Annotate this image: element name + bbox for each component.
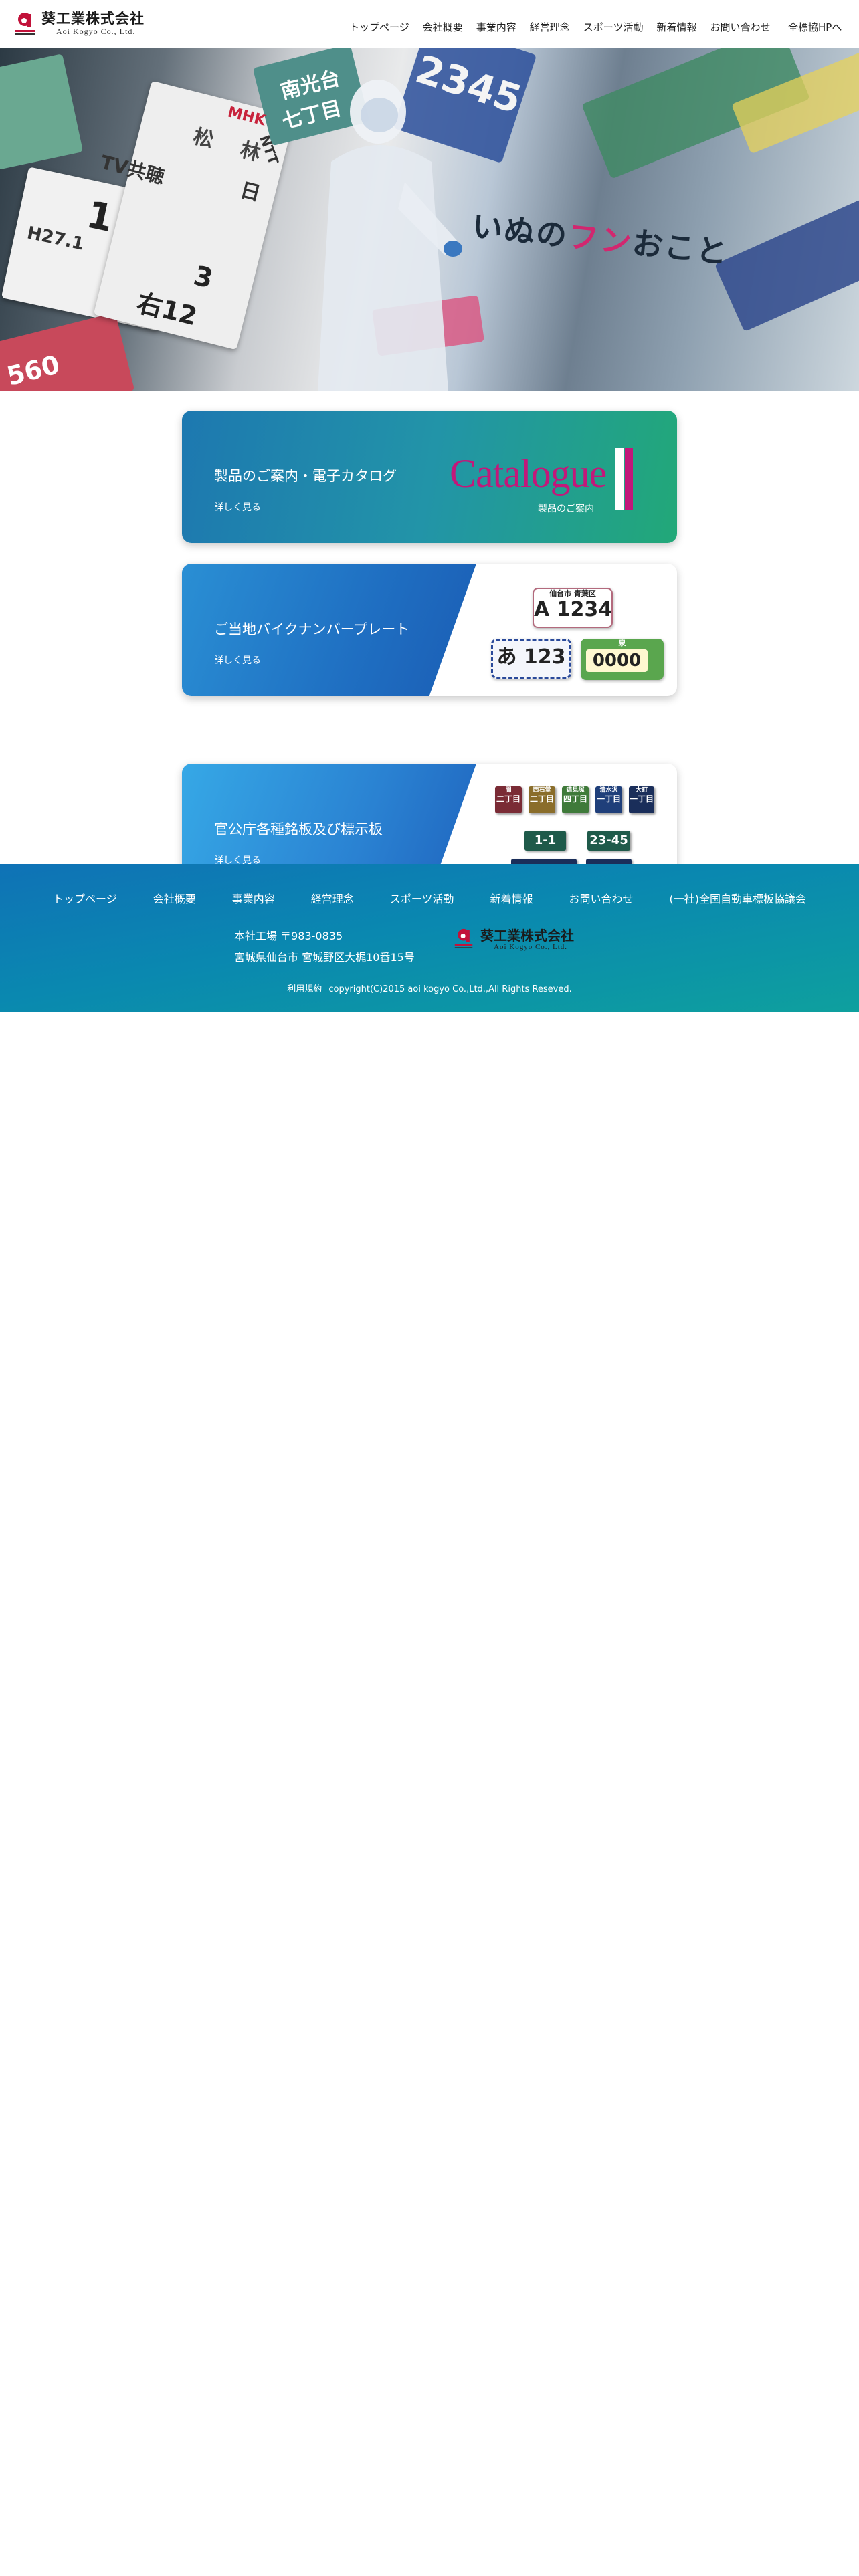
site-logo[interactable]: 葵工業株式会社 Aoi Kogyo Co., Ltd. <box>13 10 145 37</box>
nav-company[interactable]: 会社概要 <box>423 20 463 34</box>
footer-nav-top[interactable]: トップページ <box>53 890 117 906</box>
footer-address-line1: 本社工場 〒983-0835 <box>234 930 343 942</box>
bike-plate-green: 泉 0000 <box>581 639 664 680</box>
hero-plate-green <box>0 53 84 170</box>
banner-bike-plates[interactable]: ご当地バイクナンバープレート 詳しく見る 仙台市 青葉区 A 1234 あ 12… <box>182 564 677 696</box>
logo-name-en: Aoi Kogyo Co., Ltd. <box>56 27 136 36</box>
sign-6: 1-1 <box>524 831 566 851</box>
sign-2: 西石堂 二丁目 <box>529 786 555 813</box>
nav-external-link[interactable]: 全標協HPへ <box>788 20 842 34</box>
nav-top[interactable]: トップページ <box>349 20 409 34</box>
footer-address: 本社工場 〒983-0835 宮城県仙台市 宮城野区大梶10番15号 <box>234 926 415 968</box>
footer-logo-en: Aoi Kogyo Co., Ltd. <box>494 943 568 951</box>
banner-bike-more[interactable]: 詳しく見る <box>214 653 261 669</box>
nav-contact[interactable]: お問い合わせ <box>710 20 770 34</box>
sign-3: 遠見塚 四丁目 <box>562 786 589 813</box>
footer-nav-company[interactable]: 会社概要 <box>153 890 196 906</box>
catalogue-logo-word: Catalogue <box>450 451 607 496</box>
footer-terms-link[interactable]: 利用規約 <box>287 984 322 994</box>
logo-mark-icon <box>454 926 474 954</box>
sign-1: 間二丁目 <box>495 786 522 813</box>
footer-nav-association[interactable]: (一社)全国自動車標板協議会 <box>669 890 806 906</box>
hero-caption: いぬのフンおこと <box>470 208 731 271</box>
sign-4: 清水沢 一丁目 <box>595 786 622 813</box>
footer-nav-philosophy[interactable]: 経営理念 <box>311 890 354 906</box>
site-header: 葵工業株式会社 Aoi Kogyo Co., Ltd. トップページ 会社概要 … <box>0 0 859 48</box>
logo-name-jp: 葵工業株式会社 <box>41 10 145 27</box>
footer-nav: トップページ 会社概要 事業内容 経営理念 スポーツ活動 新着情報 お問い合わせ… <box>0 890 859 906</box>
banner-catalogue-title: 製品のご案内・電子カタログ <box>214 468 397 484</box>
footer-nav-business[interactable]: 事業内容 <box>232 890 275 906</box>
footer-bottom: 利用規約 copyright(C)2015 aoi kogyo Co.,Ltd.… <box>0 982 859 994</box>
footer-nav-contact[interactable]: お問い合わせ <box>569 890 633 906</box>
footer-logo[interactable]: 葵工業株式会社 Aoi Kogyo Co., Ltd. <box>454 926 574 954</box>
hero-image: 南光台 七丁目 2345 MHK TV共聴 日 NTT 1 3 右12 H27.… <box>0 48 859 391</box>
sign-5: 大町 一丁目 <box>629 786 654 813</box>
banner-signs-title: 官公庁各種銘板及び標示板 <box>214 821 383 837</box>
site-footer: トップページ 会社概要 事業内容 経営理念 スポーツ活動 新着情報 お問い合わせ… <box>0 864 859 1012</box>
catalogue-bar-pink <box>625 448 633 510</box>
banner-bike-title: ご当地バイクナンバープレート <box>214 621 410 637</box>
banner-catalogue-more[interactable]: 詳しく見る <box>214 500 261 516</box>
bike-plate-sendai: 仙台市 青葉区 A 1234 <box>533 588 613 628</box>
nav-business[interactable]: 事業内容 <box>476 20 516 34</box>
hero-plate-blue-right <box>714 199 859 332</box>
catalogue-bar-white <box>615 448 624 510</box>
sign-7: 23-45 <box>587 831 630 851</box>
catalogue-logo-sub: 製品のご案内 <box>538 504 594 514</box>
banner-catalogue[interactable]: 製品のご案内・電子カタログ 詳しく見る Catalogue 製品のご案内 <box>182 411 677 543</box>
nav-news[interactable]: 新着情報 <box>656 20 696 34</box>
nav-sports[interactable]: スポーツ活動 <box>583 20 644 34</box>
hero-worker-figure <box>318 80 462 391</box>
footer-nav-sports[interactable]: スポーツ活動 <box>390 890 454 906</box>
logo-mark-icon <box>13 10 36 37</box>
footer-logo-jp: 葵工業株式会社 <box>480 928 574 944</box>
footer-address-line2: 宮城県仙台市 宮城野区大梶10番15号 <box>234 951 415 964</box>
nav-philosophy[interactable]: 経営理念 <box>530 20 570 34</box>
footer-nav-news[interactable]: 新着情報 <box>490 890 533 906</box>
footer-copyright: copyright(C)2015 aoi kogyo Co.,Ltd.,All … <box>328 984 572 994</box>
bike-plate-checker: あ 123 <box>491 639 571 679</box>
main-nav: トップページ 会社概要 事業内容 経営理念 スポーツ活動 新着情報 お問い合わせ <box>349 20 783 34</box>
